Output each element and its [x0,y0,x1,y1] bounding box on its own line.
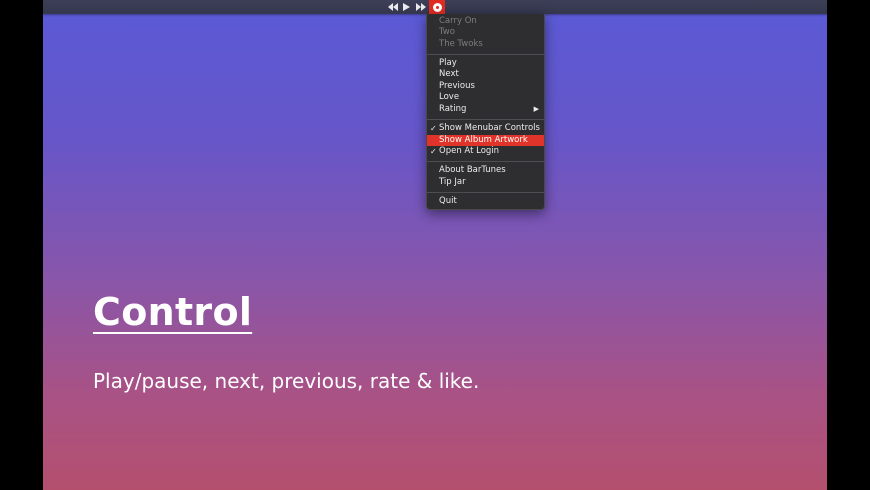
menu-separator [427,54,544,55]
bartunes-app-icon[interactable] [429,0,445,14]
menu-item-play[interactable]: Play [427,58,544,69]
fast-forward-icon[interactable] [415,2,426,13]
menu-item-show-menubar-controls[interactable]: ✓ Show Menubar Controls [427,123,544,134]
menu-separator [427,192,544,193]
screenshot-frame: Carry On Two The Twoks Play Next Previou… [0,0,870,490]
feature-headline: Control [93,290,253,334]
menu-item-about[interactable]: About BarTunes [427,165,544,176]
menu-item-label: Show Menubar Controls [439,123,540,133]
menu-item-show-album-artwork[interactable]: Show Album Artwork [427,135,544,146]
music-disc-icon [432,2,442,12]
menu-separator [427,119,544,120]
bartunes-dropdown-menu: Carry On Two The Twoks Play Next Previou… [426,14,545,210]
menubar [43,0,827,14]
now-playing-title: Carry On [439,16,477,26]
now-playing-album: Two [439,27,455,37]
submenu-arrow-icon: ▶ [533,105,539,113]
menu-item-love[interactable]: Love [427,92,544,103]
checkmark-icon: ✓ [430,124,437,133]
menu-separator [427,161,544,162]
feature-description: Play/pause, next, previous, rate & like. [93,369,480,393]
menu-item-rating[interactable]: Rating ▶ [427,104,544,115]
menu-item-label: Open At Login [439,146,500,156]
menubar-controls [387,0,445,14]
menu-item-tip-jar[interactable]: Tip Jar [427,177,544,188]
checkmark-icon: ✓ [430,147,437,156]
now-playing-artist: The Twoks [439,39,483,49]
menu-item-open-at-login[interactable]: ✓ Open At Login [427,146,544,157]
play-icon[interactable] [401,2,412,13]
rewind-icon[interactable] [387,2,398,13]
menu-item-previous[interactable]: Previous [427,81,544,92]
promo-canvas: Carry On Two The Twoks Play Next Previou… [43,0,827,490]
menu-item-quit[interactable]: Quit [427,196,544,207]
menu-item-next[interactable]: Next [427,69,544,80]
menu-item-rating-label: Rating [439,104,467,114]
